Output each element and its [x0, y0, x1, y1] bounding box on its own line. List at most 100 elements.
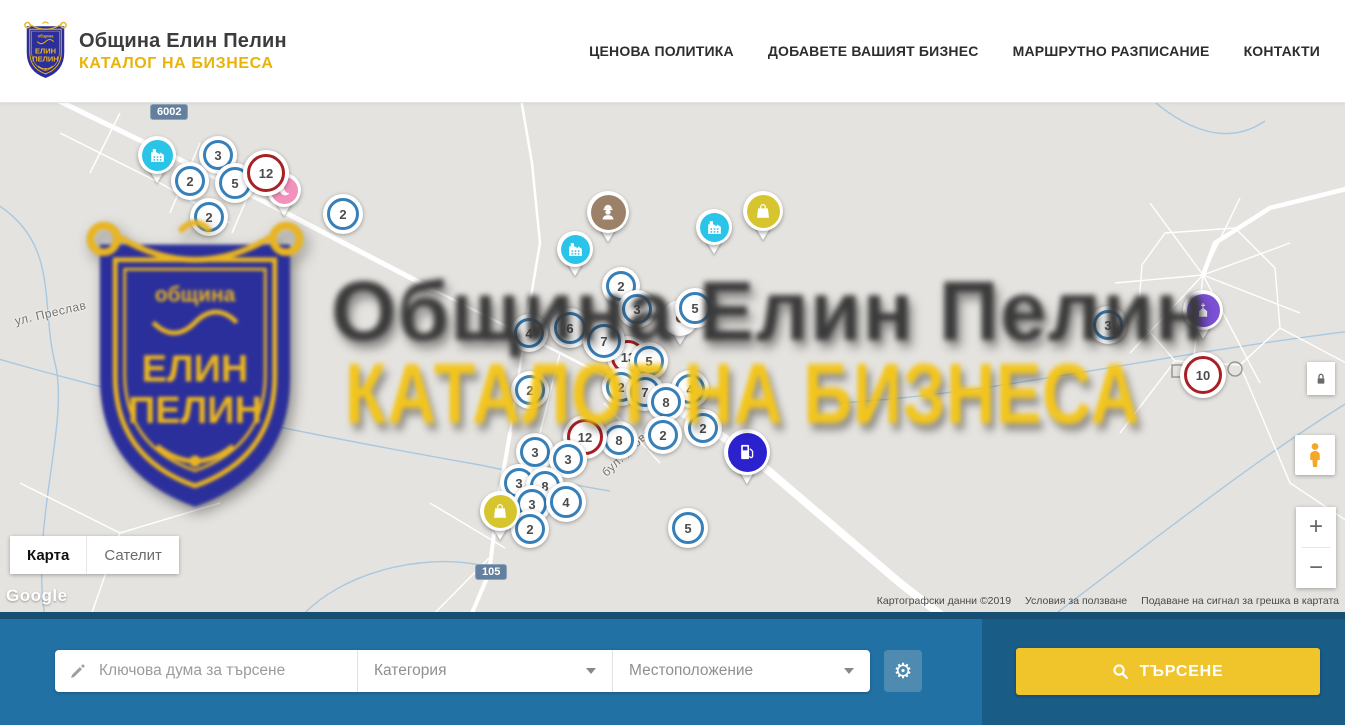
nav-contacts[interactable]: КОНТАКТИ: [1244, 43, 1320, 59]
worker-icon: [591, 195, 626, 230]
cluster-count: 6: [554, 312, 586, 344]
factory-pin[interactable]: [138, 136, 176, 189]
markers-layer: 3225122323546137522748228123338342510: [0, 103, 1345, 612]
fuel-icon: [728, 433, 767, 472]
pegman-button[interactable]: [1295, 435, 1335, 475]
cluster-count: 2: [648, 420, 678, 450]
cluster-marker[interactable]: 3: [618, 290, 656, 328]
chevron-down-icon: [844, 668, 854, 674]
cluster-marker[interactable]: 4: [510, 314, 548, 352]
page: община ЕЛИН ПЕЛИН Община Елин Пелин КАТА…: [0, 0, 1345, 725]
church-icon: [1187, 294, 1220, 327]
category-select[interactable]: Категория: [357, 650, 612, 692]
search-button[interactable]: ТЪРСЕНЕ: [1016, 648, 1320, 695]
search-bar-right: ТЪРСЕНЕ: [982, 619, 1345, 725]
gear-icon: ⚙: [894, 659, 913, 684]
pegman-icon: [1303, 442, 1327, 468]
cluster-count: 8: [651, 387, 681, 417]
search-icon: [1112, 663, 1129, 680]
cluster-count: 5: [634, 346, 664, 376]
shopping-pin[interactable]: [480, 491, 520, 547]
municipality-emblem-icon: община ЕЛИН ПЕЛИН: [22, 21, 69, 81]
cluster-marker[interactable]: 5: [668, 508, 708, 548]
brand-text: Община Елин Пелин КАТАЛОГ НА БИЗНЕСА: [79, 30, 287, 73]
cluster-count: 3: [1093, 310, 1123, 340]
cluster-count: 4: [514, 318, 544, 348]
cluster-count: 3: [622, 294, 652, 324]
site-title: Община Елин Пелин: [79, 30, 287, 53]
advanced-options-button[interactable]: ⚙: [884, 650, 922, 692]
cluster-marker[interactable]: 2: [171, 162, 209, 200]
terms-of-use-link[interactable]: Условия за ползване: [1025, 595, 1127, 607]
cluster-marker[interactable]: 2: [323, 194, 363, 234]
map-type-satellite-button[interactable]: Сателит: [86, 536, 179, 574]
cluster-count: 7: [587, 324, 621, 358]
cluster-marker[interactable]: 10: [1180, 352, 1226, 398]
cluster-count: 8: [604, 425, 634, 455]
cluster-marker[interactable]: 5: [675, 288, 715, 328]
keyword-field: [55, 650, 357, 692]
bag-icon: [747, 195, 780, 228]
site-logo[interactable]: община ЕЛИН ПЕЛИН Община Елин Пелин КАТА…: [22, 21, 287, 81]
search-fields: Категория Местоположение: [55, 650, 870, 692]
cluster-marker[interactable]: 2: [644, 416, 682, 454]
location-select[interactable]: Местоположение: [612, 650, 870, 692]
zoom-control: + −: [1296, 507, 1336, 588]
main-nav: ЦЕНОВА ПОЛИТИКА ДОБАВЕТЕ ВАШИЯТ БИЗНЕС М…: [589, 43, 1320, 59]
searchbar-top-border: [0, 612, 1345, 619]
location-select-value: Местоположение: [629, 662, 753, 680]
map-type-control: Карта Сателит: [10, 536, 179, 574]
cluster-marker[interactable]: 2: [684, 409, 722, 447]
search-button-label: ТЪРСЕНЕ: [1139, 663, 1223, 681]
cluster-count: 4: [550, 486, 582, 518]
map-data-copyright: Картографски данни ©2019: [877, 595, 1011, 607]
factory-icon: [561, 235, 590, 264]
cluster-marker[interactable]: 2: [190, 198, 228, 236]
search-bar-left: Категория Местоположение ⚙: [0, 619, 982, 725]
nav-add-your-business[interactable]: ДОБАВЕТЕ ВАШИЯТ БИЗНЕС: [768, 43, 979, 59]
cluster-marker[interactable]: 2: [511, 371, 549, 409]
nav-route-schedule[interactable]: МАРШРУТНО РАЗПИСАНИЕ: [1013, 43, 1210, 59]
keyword-search-input[interactable]: [97, 661, 345, 681]
lock-icon: [1313, 370, 1329, 388]
nav-pricing-policy[interactable]: ЦЕНОВА ПОЛИТИКА: [589, 43, 734, 59]
factory-icon: [142, 140, 173, 171]
map-attribution: Картографски данни ©2019 Условия за полз…: [877, 595, 1339, 607]
map-canvas[interactable]: 6002105ул. Преславбул. „Новосел 32251223…: [0, 103, 1345, 612]
bag-icon: [484, 495, 517, 528]
cluster-count: 2: [688, 413, 718, 443]
cluster-count: 2: [515, 375, 545, 405]
svg-text:ПЕЛИН: ПЕЛИН: [32, 55, 58, 64]
cluster-marker[interactable]: 12: [243, 150, 289, 196]
factory-pin[interactable]: [696, 209, 732, 259]
factory-icon: [700, 213, 729, 242]
zoom-out-button[interactable]: −: [1296, 548, 1336, 588]
shopping-pin[interactable]: [743, 191, 783, 247]
cluster-count: 3: [520, 437, 550, 467]
category-select-value: Категория: [374, 662, 446, 680]
map-type-map-button[interactable]: Карта: [10, 536, 86, 574]
cluster-count: 12: [247, 154, 285, 192]
chevron-down-icon: [586, 668, 596, 674]
cluster-count: 10: [1184, 356, 1222, 394]
worker-pin[interactable]: [587, 191, 629, 250]
cluster-count: 3: [553, 444, 583, 474]
site-subtitle: КАТАЛОГ НА БИЗНЕСА: [79, 55, 287, 73]
cluster-count: 5: [672, 512, 704, 544]
pencil-icon: [69, 663, 86, 680]
cluster-count: 2: [175, 166, 205, 196]
zoom-in-button[interactable]: +: [1296, 507, 1336, 547]
cluster-marker[interactable]: 3: [1089, 306, 1127, 344]
cluster-count: 2: [327, 198, 359, 230]
report-map-error-link[interactable]: Подаване на сигнал за грешка в картата: [1141, 595, 1339, 607]
google-logo[interactable]: Google: [6, 586, 68, 606]
cluster-marker[interactable]: 7: [583, 320, 625, 362]
cluster-marker[interactable]: 4: [546, 482, 586, 522]
cluster-count: 5: [679, 292, 711, 324]
svg-text:община: община: [38, 34, 55, 39]
church-pin[interactable]: [1183, 290, 1223, 346]
header: община ЕЛИН ПЕЛИН Община Елин Пелин КАТА…: [0, 0, 1345, 103]
lock-button[interactable]: [1307, 362, 1335, 395]
fuel-pin[interactable]: [724, 429, 770, 493]
cluster-count: 2: [194, 202, 224, 232]
